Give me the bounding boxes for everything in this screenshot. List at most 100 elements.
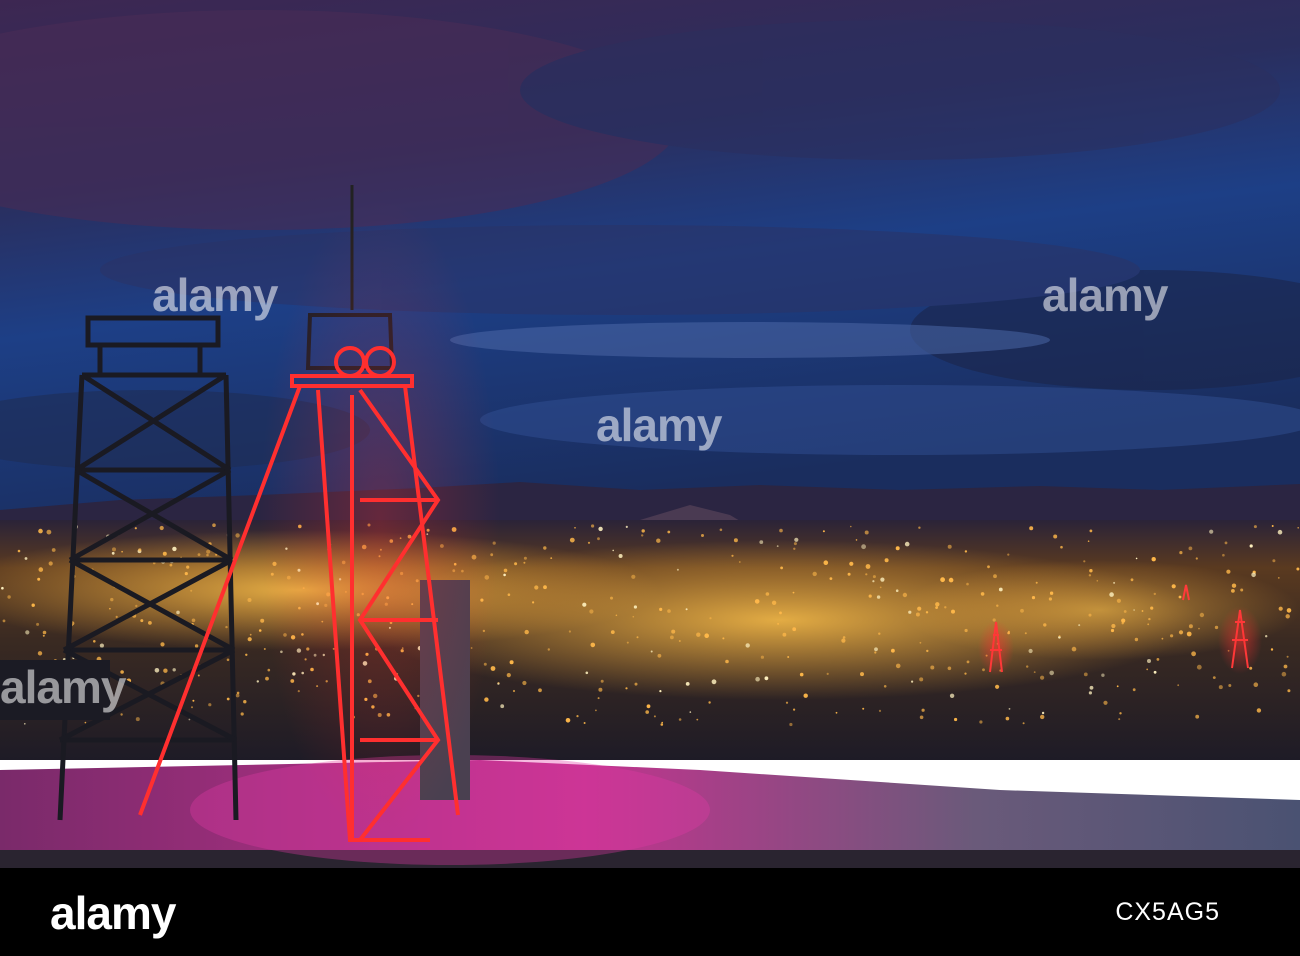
- city-light: [1028, 648, 1033, 654]
- city-light: [497, 682, 500, 685]
- city-light: [678, 718, 682, 721]
- city-light: [884, 558, 889, 563]
- city-light: [37, 651, 43, 656]
- city-light: [1031, 596, 1036, 600]
- city-light: [1101, 673, 1105, 677]
- city-light: [1286, 655, 1289, 658]
- city-light: [745, 643, 750, 648]
- city-light: [678, 640, 681, 642]
- city-light: [1040, 675, 1045, 680]
- city-light: [172, 668, 176, 672]
- city-light: [964, 628, 968, 633]
- city-light: [823, 560, 829, 565]
- city-light: [109, 607, 111, 610]
- city-light: [84, 721, 87, 724]
- city-light: [1148, 617, 1151, 621]
- city-light: [864, 530, 869, 535]
- city-light: [996, 604, 999, 607]
- city-light: [738, 561, 741, 563]
- city-light: [7, 595, 11, 599]
- city-light: [490, 666, 496, 671]
- city-light: [793, 542, 797, 546]
- city-light: [2, 619, 6, 623]
- city-light: [829, 577, 833, 580]
- city-light: [243, 700, 247, 704]
- city-light: [523, 561, 526, 564]
- city-light: [908, 610, 912, 614]
- city-light: [1043, 623, 1047, 627]
- city-light: [1178, 595, 1182, 599]
- city-light: [947, 666, 952, 671]
- city-light: [919, 641, 922, 644]
- city-light: [659, 690, 662, 693]
- city-light: [704, 633, 709, 638]
- city-light: [610, 596, 613, 600]
- city-light: [785, 701, 789, 704]
- city-light: [17, 549, 21, 553]
- city-light: [612, 549, 614, 552]
- city-light: [944, 606, 947, 609]
- city-light: [880, 577, 885, 582]
- city-light: [42, 630, 47, 635]
- city-light: [917, 606, 922, 611]
- city-light: [184, 572, 188, 576]
- city-light: [160, 642, 165, 647]
- city-light: [1228, 684, 1232, 687]
- city-light: [615, 614, 618, 617]
- city-light: [547, 648, 550, 651]
- city-light: [247, 598, 252, 602]
- city-light: [154, 668, 160, 673]
- night-cityscape-photo: alamy alamy alamy alamy: [0, 0, 1300, 868]
- city-light: [676, 568, 679, 571]
- city-light: [598, 687, 603, 692]
- city-light: [191, 618, 196, 623]
- city-light: [484, 697, 489, 702]
- city-light: [1083, 560, 1086, 563]
- city-light: [587, 541, 591, 544]
- city-light: [37, 577, 41, 581]
- city-light: [632, 615, 635, 618]
- city-light: [597, 697, 600, 700]
- city-light: [725, 659, 729, 664]
- city-light: [225, 625, 228, 629]
- watermark: alamy: [152, 269, 278, 321]
- city-light: [636, 636, 639, 639]
- city-light: [1041, 711, 1045, 715]
- city-light: [514, 562, 518, 566]
- city-light: [249, 633, 252, 636]
- city-light: [667, 609, 671, 613]
- city-light: [902, 592, 908, 598]
- city-light: [1123, 610, 1127, 613]
- city-light: [226, 697, 230, 701]
- city-light: [1214, 625, 1219, 630]
- city-light: [631, 574, 636, 579]
- city-light: [1188, 546, 1193, 551]
- city-light: [500, 704, 505, 709]
- city-light: [919, 677, 924, 682]
- city-light: [987, 565, 990, 569]
- city-light: [1, 586, 4, 590]
- city-light: [872, 575, 876, 579]
- city-light: [1130, 578, 1134, 582]
- city-light: [240, 712, 244, 716]
- city-light: [1209, 529, 1214, 534]
- city-light: [1053, 534, 1058, 539]
- city-light: [1078, 624, 1081, 627]
- city-light: [1020, 608, 1024, 613]
- city-light: [641, 529, 645, 533]
- city-light: [1153, 670, 1157, 674]
- city-light: [954, 717, 958, 722]
- city-light: [598, 526, 603, 532]
- city-light: [685, 608, 688, 611]
- city-light: [1297, 527, 1299, 529]
- city-light: [1133, 609, 1135, 611]
- image-code: CX5AG5: [1115, 898, 1220, 926]
- city-light: [1277, 577, 1280, 579]
- city-light: [776, 545, 779, 547]
- city-light: [1249, 544, 1253, 548]
- city-light: [206, 553, 209, 557]
- city-light: [874, 647, 878, 652]
- city-light: [696, 632, 701, 637]
- city-light: [522, 680, 527, 686]
- city-light: [532, 601, 535, 604]
